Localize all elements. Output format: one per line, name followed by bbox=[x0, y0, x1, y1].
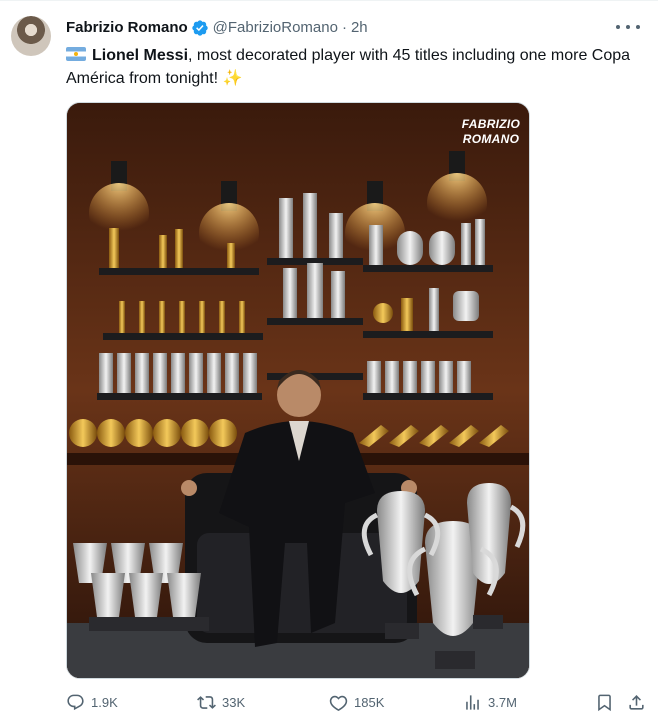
views-button[interactable]: 3.7M bbox=[463, 690, 517, 714]
reply-icon bbox=[67, 694, 84, 710]
bookmark-button[interactable] bbox=[595, 690, 614, 714]
like-count: 185K bbox=[354, 694, 385, 710]
timestamp[interactable]: 2h bbox=[351, 18, 368, 38]
repost-button[interactable]: 33K bbox=[197, 690, 245, 714]
share-button[interactable] bbox=[627, 690, 646, 714]
sparkles-icon: ✨ bbox=[222, 70, 243, 87]
avatar[interactable] bbox=[11, 16, 51, 56]
verified-badge-icon bbox=[191, 20, 208, 36]
views-chart-icon bbox=[466, 694, 479, 710]
top-divider bbox=[0, 0, 658, 1]
share-icon bbox=[629, 694, 644, 710]
like-button[interactable]: 185K bbox=[329, 690, 384, 714]
reply-button[interactable]: 1.9K bbox=[66, 690, 118, 714]
heart-icon bbox=[329, 695, 348, 711]
argentina-flag-icon bbox=[66, 47, 86, 61]
separator-dot: · bbox=[341, 19, 347, 36]
author-name[interactable]: Fabrizio Romano bbox=[66, 18, 188, 38]
repost-count: 33K bbox=[222, 694, 246, 710]
image-watermark: FABRIZIO ROMANO bbox=[461, 117, 521, 146]
bookmark-icon bbox=[598, 694, 611, 711]
trophy-room-illustration bbox=[67, 103, 529, 678]
more-options-icon[interactable] bbox=[616, 17, 640, 37]
view-count: 3.7M bbox=[488, 694, 517, 710]
action-bar: 1.9K 33K 185K 3.7M bbox=[66, 690, 648, 714]
repost-icon bbox=[197, 695, 216, 709]
tweet-image[interactable]: FABRIZIO ROMANO bbox=[66, 102, 530, 679]
author-handle[interactable]: @FabrizioRomano bbox=[213, 18, 338, 38]
tweet-text-bold: Lionel Messi bbox=[92, 47, 189, 64]
tweet-text: Lionel Messi, most decorated player with… bbox=[66, 44, 646, 90]
tweet-header: Fabrizio Romano @FabrizioRomano · 2h bbox=[66, 18, 368, 38]
reply-count: 1.9K bbox=[91, 694, 118, 710]
